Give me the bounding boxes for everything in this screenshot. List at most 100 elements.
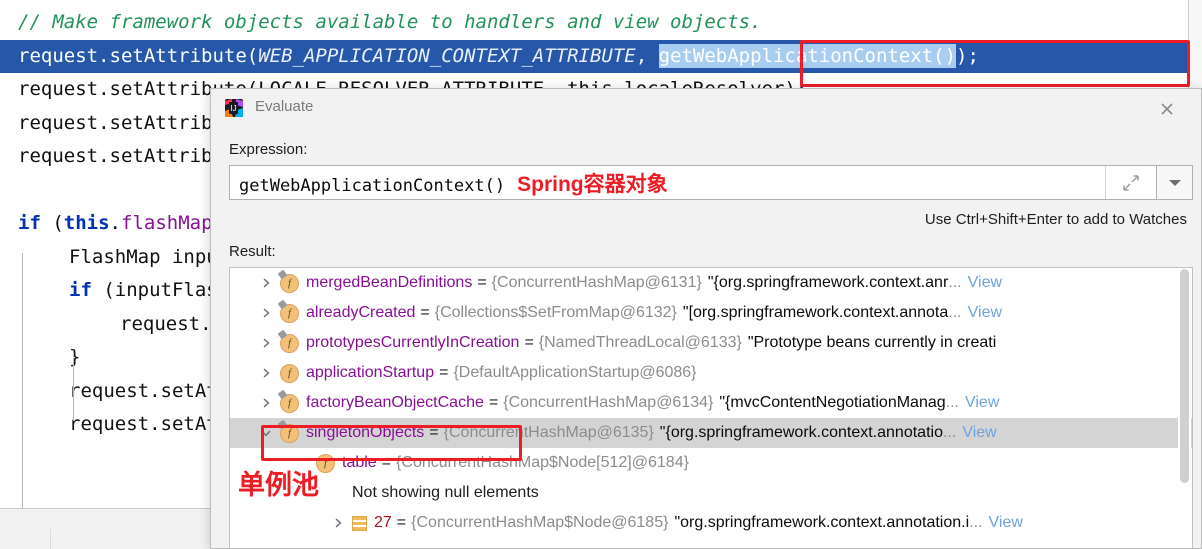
expression-value[interactable]: getWebApplicationContext() Spring容器对象	[230, 168, 1105, 198]
tree-node-value: "org.springframework.context.annotation.…	[674, 514, 970, 531]
tree-row[interactable]: f singletonObjects = {ConcurrentHashMap@613…	[230, 418, 1192, 448]
field-icon: f	[280, 273, 299, 293]
chevron-right-icon[interactable]	[330, 515, 346, 531]
tree-equals: =	[439, 364, 449, 381]
expand-icon[interactable]	[1105, 166, 1156, 199]
code-token: ,	[635, 44, 659, 67]
tree-row[interactable]: f mergedBeanDefinitions = {ConcurrentHashMa…	[230, 268, 1192, 298]
intellij-idea-icon: IJ	[224, 98, 244, 118]
result-label: Result:	[229, 243, 276, 260]
expression-input[interactable]: getWebApplicationContext() Spring容器对象	[229, 165, 1157, 200]
tree-node-type: {ConcurrentHashMap$Node@6185}	[411, 514, 669, 531]
code-token: WEB_APPLICATION_CONTEXT_ATTRIBUTE	[258, 44, 636, 67]
code-token: this	[63, 212, 110, 234]
dialog-title: Evaluate	[255, 98, 314, 115]
tree-node-type: {Collections$SetFromMap@6132}	[434, 304, 677, 321]
chevron-right-icon[interactable]	[258, 305, 274, 321]
view-link[interactable]: View	[968, 298, 1002, 328]
chevron-down-icon[interactable]	[258, 425, 274, 441]
expander-placeholder	[330, 485, 346, 501]
field-icon: f	[280, 333, 299, 353]
footer-divider	[50, 529, 51, 549]
tree-node-type: {ConcurrentHashMap$Node[512]@6184}	[396, 454, 689, 471]
screenshot-root: // Make framework objects available to h…	[0, 0, 1202, 549]
tree-node-ellipsis: ...	[948, 274, 962, 291]
tree-scrollbar[interactable]	[1178, 269, 1191, 548]
svg-text:IJ: IJ	[230, 104, 236, 113]
tree-node-value: "{org.springframework.context.annotatio	[659, 424, 943, 441]
tree-node-ellipsis: ...	[948, 304, 962, 321]
code-token: // Make framework objects available to h…	[18, 11, 762, 33]
tree-row[interactable]: f table = {ConcurrentHashMap$Node[512]@6184…	[230, 448, 1192, 478]
tree-node-value: "{mvcContentNegotiationManag	[719, 394, 946, 411]
tree-node-value: "Prototype beans currently in creati	[747, 334, 997, 351]
field-icon: f	[280, 303, 299, 323]
close-icon[interactable]	[1154, 96, 1180, 122]
tree-node-name: mergedBeanDefinitions	[306, 274, 473, 291]
tree-scrollbar-thumb[interactable]	[1180, 269, 1189, 483]
tree-node-type: {ConcurrentHashMap@6135}	[443, 424, 654, 441]
watches-hint: Use Ctrl+Shift+Enter to add to Watches	[924, 211, 1187, 228]
tree-node-ellipsis: ...	[969, 514, 983, 531]
tree-node-ellipsis: ...	[942, 424, 957, 441]
tree-node-ellipsis: ...	[945, 394, 959, 411]
tree-equals: =	[420, 304, 430, 321]
tree-node-type: {ConcurrentHashMap@6134}	[503, 394, 714, 411]
tree-message: Not showing null elements	[352, 484, 539, 501]
code-token: }	[69, 346, 81, 368]
tree-row[interactable]: Not showing null elements	[230, 478, 1192, 508]
field-icon: f	[280, 393, 299, 413]
indent-guide	[22, 253, 23, 508]
chevron-right-icon[interactable]	[258, 365, 274, 381]
code-line[interactable]: request.setAttribute(WEB_APPLICATION_CON…	[0, 39, 1190, 73]
tree-equals: =	[477, 274, 487, 291]
tree-node-name: alreadyCreated	[306, 304, 416, 321]
evaluate-dialog[interactable]: IJ Evaluate Expression: getWebApplicatio…	[210, 88, 1202, 549]
code-token: if	[69, 279, 104, 301]
tree-equals: =	[429, 424, 439, 441]
code-selection: getWebApplicationContext()	[658, 43, 957, 68]
tree-node-type: {ConcurrentHashMap@6131}	[491, 274, 702, 291]
tree-equals: =	[524, 334, 534, 351]
result-tree[interactable]: f mergedBeanDefinitions = {ConcurrentHashMa…	[230, 268, 1192, 538]
tree-equals: =	[381, 454, 392, 471]
chevron-right-icon[interactable]	[258, 395, 274, 411]
expression-text: getWebApplicationContext()	[239, 175, 506, 196]
tree-row[interactable]: 27 = {ConcurrentHashMap$Node@6185} "org.spr…	[230, 508, 1192, 538]
tree-row[interactable]: f alreadyCreated = {Collections$SetFromMap@…	[230, 298, 1192, 328]
tree-node-value: "{org.springframework.context.anr	[707, 274, 949, 291]
tree-row[interactable]: f prototypesCurrentlyInCreation = {NamedThr…	[230, 328, 1192, 358]
field-icon: f	[280, 423, 299, 443]
view-link[interactable]: View	[968, 268, 1002, 298]
tree-node-value: "[org.springframework.context.annota	[682, 304, 949, 321]
view-link[interactable]: View	[989, 508, 1023, 538]
tree-node-name: applicationStartup	[306, 364, 435, 381]
result-tree-panel[interactable]: f mergedBeanDefinitions = {ConcurrentHashMa…	[229, 267, 1193, 548]
array-icon	[352, 515, 367, 531]
code-token: request.setAttribute(	[18, 44, 259, 67]
code-token: (	[52, 212, 64, 234]
view-link[interactable]: View	[962, 418, 996, 448]
dialog-title-bar: IJ Evaluate	[211, 89, 1201, 127]
code-line[interactable]: // Make framework objects available to h…	[0, 6, 1190, 40]
code-token: .	[109, 212, 121, 234]
tree-equals: =	[488, 394, 499, 411]
tree-row[interactable]: f factoryBeanObjectCache = {ConcurrentHashM…	[230, 388, 1192, 418]
tree-node-name: singletonObjects	[306, 424, 425, 441]
view-link[interactable]: View	[965, 388, 999, 418]
chevron-right-icon[interactable]	[258, 275, 274, 291]
indent-guide	[73, 354, 74, 421]
tree-node-type: {DefaultApplicationStartup@6086}	[453, 364, 697, 381]
tree-node-name: table	[342, 454, 377, 471]
tree-row[interactable]: f applicationStartup = {DefaultApplicationS…	[230, 358, 1192, 388]
chevron-right-icon[interactable]	[258, 335, 274, 351]
tree-node-type: {NamedThreadLocal@6133}	[538, 334, 742, 351]
expression-annotation: Spring容器对象	[517, 172, 668, 196]
tree-node-name: prototypesCurrentlyInCreation	[306, 334, 520, 351]
code-token: );	[956, 44, 979, 67]
tree-node-name: factoryBeanObjectCache	[306, 394, 484, 411]
expression-label: Expression:	[229, 141, 308, 158]
field-icon: f	[280, 363, 299, 383]
chevron-down-icon[interactable]	[1157, 165, 1193, 200]
singleton-annotation-text: 单例池	[238, 470, 319, 500]
